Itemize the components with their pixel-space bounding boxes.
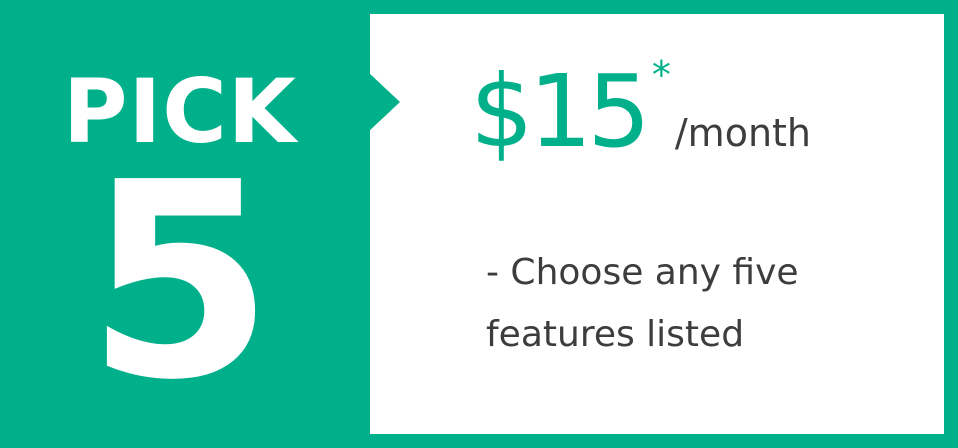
plan-badge: PICK 5 — [0, 0, 360, 448]
price-asterisk: * — [651, 53, 671, 97]
plan-description: - Choose any five features listed — [486, 252, 799, 355]
pricing-card: PICK 5 $15 */month - Choose any five feat… — [0, 0, 958, 448]
plan-pick-number: 5 — [86, 124, 274, 439]
pointer-arrow-icon — [368, 72, 400, 132]
price-period: /month — [674, 111, 812, 155]
price-row: $15 */month — [470, 52, 811, 172]
price-amount: $15 — [470, 53, 651, 170]
plan-details-panel: $15 */month - Choose any five features li… — [370, 14, 944, 434]
